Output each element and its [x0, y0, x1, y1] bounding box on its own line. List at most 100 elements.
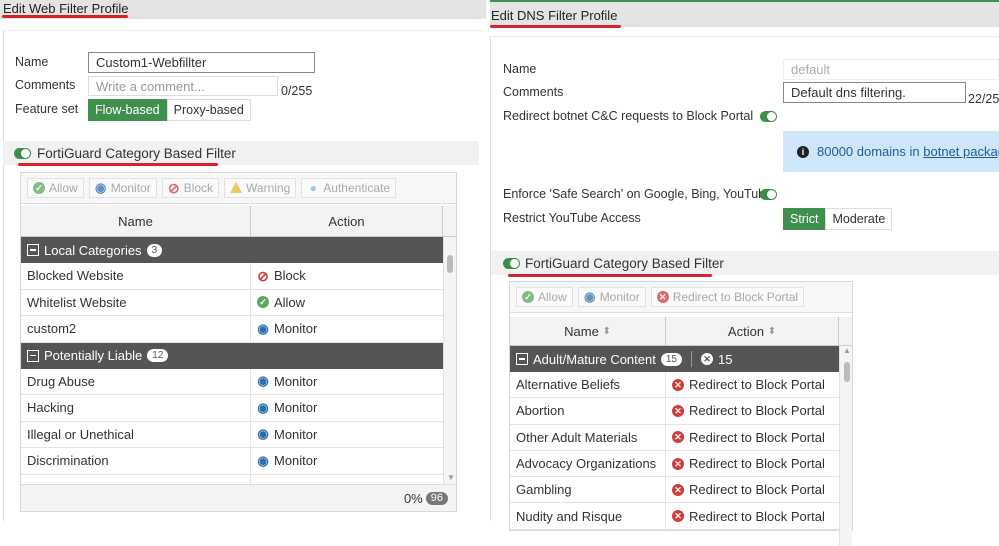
table-toolbar: ✓ Allow ◉ Monitor ⊘ Block Warning ● Authenticate: [21, 173, 456, 204]
monitor-button[interactable]: ◉ Monitor: [88, 178, 157, 198]
table-row[interactable]: Abortion ✕ Redirect to Block Portal: [510, 398, 839, 425]
name-input[interactable]: default: [783, 59, 999, 80]
eye-icon: ◉: [257, 373, 269, 389]
moderate-button[interactable]: Moderate: [825, 208, 893, 230]
column-action[interactable]: Action ⬍: [666, 317, 839, 345]
authenticate-button[interactable]: ● Authenticate: [301, 178, 397, 198]
redirect-x-icon: ✕: [672, 378, 684, 391]
category-action: Redirect to Block Portal: [689, 508, 825, 524]
table-row[interactable]: Gambling ✕ Redirect to Block Portal: [510, 477, 839, 504]
category-action: Monitor: [274, 426, 318, 442]
strict-button[interactable]: Strict: [783, 208, 826, 230]
table-row[interactable]: Nudity and Risque ✕ Redirect to Block Port…: [510, 503, 839, 530]
eye-icon: ◉: [257, 320, 269, 336]
category-group-row[interactable]: Potentially Liable 12: [21, 342, 443, 369]
check-circle-icon: ✓: [522, 291, 534, 303]
category-name: Blocked Website: [27, 268, 124, 284]
group-name: Potentially Liable: [44, 348, 143, 363]
category-group-row[interactable]: Adult/Mature Content 15 ✕ 15: [510, 346, 839, 372]
allow-button[interactable]: ✓ Allow: [27, 178, 84, 198]
redirect-to-block-portal-button[interactable]: ✕ Redirect to Block Portal: [650, 287, 805, 307]
collapse-icon[interactable]: [516, 353, 528, 365]
column-name[interactable]: Name: [21, 206, 251, 236]
comments-textarea[interactable]: Write a comment...: [88, 76, 278, 96]
category-name: Hacking: [27, 400, 74, 416]
warning-button[interactable]: Warning: [224, 178, 297, 198]
category-action: Redirect to Block Portal: [689, 456, 825, 472]
name-label: Name: [15, 55, 49, 69]
highlight-underline: [508, 274, 712, 277]
table-row[interactable]: custom2 ◉ Monitor: [21, 316, 443, 343]
block-button[interactable]: ⊘ Block: [161, 178, 220, 198]
fortiguard-toggle[interactable]: [14, 148, 31, 159]
table-row[interactable]: Blocked Website ⊘ Block: [21, 263, 443, 290]
table-row[interactable]: Alternative Beliefs ✕ Redirect to Block Po…: [510, 372, 839, 399]
comments-textarea[interactable]: Default dns filtering.: [783, 82, 966, 103]
highlight-underline: [490, 25, 621, 28]
category-group-row[interactable]: Local Categories 3: [21, 237, 443, 263]
category-action: Redirect to Block Portal: [689, 377, 825, 393]
safe-search-label: Enforce 'Safe Search' on Google, Bing, Y…: [503, 187, 773, 201]
botnet-label: Redirect botnet C&C requests to Block Po…: [503, 109, 754, 123]
monitor-button[interactable]: ◉ Monitor: [577, 287, 646, 307]
x-circle-icon: ✕: [700, 353, 713, 365]
botnet-toggle[interactable]: [760, 111, 777, 122]
group-name: Adult/Mature Content: [533, 351, 656, 367]
youtube-label: Restrict YouTube Access: [503, 211, 641, 225]
category-action: Block: [274, 268, 306, 284]
comments-count: 22/25: [968, 92, 999, 106]
safe-search-toggle[interactable]: [760, 189, 777, 200]
user-icon: ●: [309, 181, 317, 195]
table-row[interactable]: Other Adult Materials ✕ Redirect to Block …: [510, 424, 839, 451]
table-toolbar: ✓ Allow ◉ Monitor ✕ Redirect to Block Portal: [510, 282, 852, 313]
feature-set-toggle: Flow-based Proxy-based: [88, 99, 251, 121]
redirect-x-icon: ✕: [672, 457, 684, 470]
category-name: Advocacy Organizations: [516, 456, 657, 472]
table-row[interactable]: Drug Abuse ◉ Monitor: [21, 368, 443, 395]
table-row[interactable]: Advocacy Organizations ✕ Redirect to Block…: [510, 450, 839, 478]
sort-icon[interactable]: ⬍: [768, 326, 776, 337]
fortiguard-toggle[interactable]: [503, 258, 520, 269]
flow-based-button[interactable]: Flow-based: [88, 99, 167, 121]
category-name: Abortion: [516, 403, 565, 419]
redirect-x-icon: ✕: [672, 404, 684, 417]
scrollbar[interactable]: ▲: [839, 346, 852, 546]
block-icon: ⊘: [167, 180, 180, 196]
category-name: Whitelist Website: [27, 294, 127, 310]
category-action: Monitor: [274, 400, 318, 416]
table-row[interactable]: Whitelist Website ✓ Allow: [21, 289, 443, 316]
column-action[interactable]: Action: [251, 206, 443, 236]
footer-count: 96: [425, 491, 448, 505]
table-row[interactable]: Illegal or Unethical ◉ Monitor: [21, 421, 443, 448]
redirect-x-icon: ✕: [672, 431, 684, 444]
category-name: Discrimination: [27, 453, 109, 469]
table-row[interactable]: Discrimination ◉ Monitor: [21, 448, 443, 475]
comments-label: Comments: [503, 85, 564, 99]
redirect-x-icon: ✕: [672, 483, 684, 496]
table-row[interactable]: Hacking ◉ Monitor: [21, 395, 443, 422]
botnet-package-link[interactable]: botnet package: [923, 144, 999, 159]
comments-count: 0/255: [281, 84, 313, 98]
allow-button[interactable]: ✓ Allow: [516, 287, 573, 307]
name-label: Name: [503, 62, 537, 76]
eye-icon: ◉: [95, 180, 107, 195]
check-circle-icon: ✓: [257, 296, 269, 309]
category-action: Redirect to Block Portal: [689, 429, 825, 445]
proxy-based-button[interactable]: Proxy-based: [166, 99, 251, 121]
collapse-icon[interactable]: [27, 244, 39, 256]
sort-icon[interactable]: ⬍: [602, 326, 610, 337]
block-icon: ⊘: [257, 267, 269, 284]
page-title: Edit DNS Filter Profile: [491, 8, 618, 23]
name-input[interactable]: Custom1-Webfillter: [88, 52, 315, 73]
toolbar-label: Block: [183, 181, 214, 195]
web-category-table: ✓ Allow ◉ Monitor ⊘ Block Warning ● Authenticate…: [20, 172, 457, 512]
scrollbar[interactable]: ▼: [443, 237, 456, 484]
check-circle-icon: ✓: [33, 182, 45, 194]
collapse-icon[interactable]: [27, 349, 39, 362]
eye-icon: ◉: [257, 426, 269, 442]
table-header: Name ⬍ Action ⬍: [510, 317, 852, 346]
info-box: i 80000 domains in botnet package: [783, 131, 999, 172]
youtube-restrict-toggle: Strict Moderate: [783, 208, 893, 230]
column-name[interactable]: Name ⬍: [510, 317, 666, 345]
group-count: 12: [147, 349, 169, 362]
